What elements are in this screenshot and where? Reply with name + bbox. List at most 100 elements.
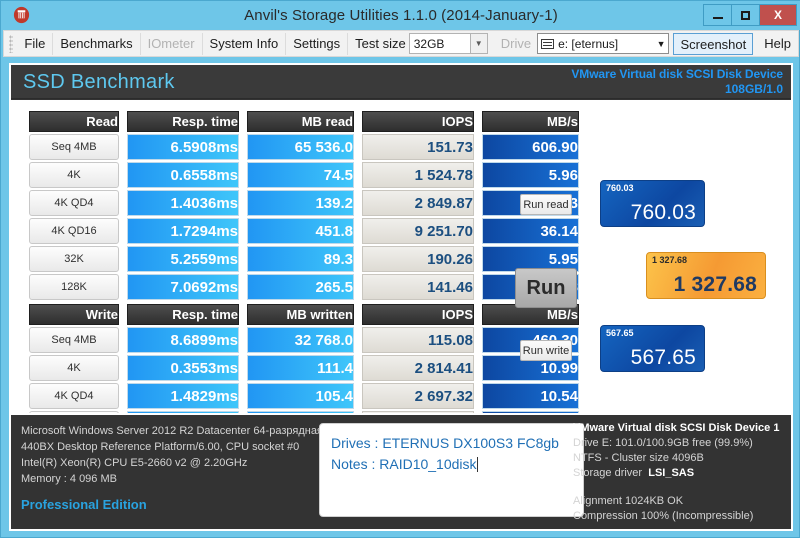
cell-iops: 2 814.41 [362,355,474,381]
table-row: 4K 0.6558ms 74.5 1 524.78 5.96 [29,162,579,188]
cell-resp: 6.5908ms [127,134,239,160]
info-panel: Microsoft Windows Server 2012 R2 Datacen… [11,413,791,529]
run-write-button[interactable]: Run write [520,340,572,361]
write-col-resp: Resp. time [127,304,239,325]
table-row: 4K QD16 1.7294ms 451.8 9 251.70 36.14 [29,218,579,244]
row-label: 4K QD16 [29,218,119,244]
read-col-header: Read [29,111,119,132]
menu-bar: File Benchmarks IOmeter System Info Sett… [3,30,799,57]
menu-item-settings[interactable]: Settings [286,32,349,55]
row-label: 32K [29,246,119,272]
table-row: Seq 4MB 8.6899ms 32 768.0 115.08 460.30 [29,327,579,353]
row-label: 4K [29,162,119,188]
text-caret [476,457,478,472]
test-size-group: Test size 32GB ▼ [348,33,495,55]
system-memory: Memory : 4 096 MB [21,473,117,485]
notes-input[interactable]: Drives : ETERNUS DX100S3 FC8gb Notes : R… [319,423,584,517]
cell-mb: 265.5 [247,274,354,300]
system-platform: 440BX Desktop Reference Platform/6.00, C… [21,441,300,453]
table-row: 128K 7.0692ms 265.5 141.46 17.68 [29,274,579,300]
page-title: SSD Benchmark [23,71,175,93]
system-cpu: Intel(R) Xeon(R) CPU E5-2660 v2 @ 2.20GH… [21,457,248,469]
system-os: Microsoft Windows Server 2012 R2 Datacen… [21,425,321,437]
run-read-button[interactable]: Run read [520,194,572,215]
cell-resp: 5.2559ms [127,246,239,272]
notes-line-drives: Drives : ETERNUS DX100S3 FC8gb [331,435,559,451]
read-col-mb: MB read [247,111,354,132]
drive-info: VMware Virtual disk SCSI Disk Device 1 D… [573,421,783,524]
total-score-small: 1 327.68 [652,255,688,265]
cell-mb: 139.2 [247,190,354,216]
read-score-value: 760.03 [630,201,696,224]
write-col-iops: IOPS [362,304,474,325]
minimize-icon [712,16,723,19]
drive-info-fs: NTFS - Cluster size 4096B [573,452,704,464]
drive-icon [541,38,555,49]
read-results-table: Read Resp. time MB read IOPS MB/s Seq 4M… [27,109,581,302]
drive-select-value: e: [eternus] [558,36,619,51]
cell-resp: 1.4829ms [127,383,239,409]
menu-item-system-info[interactable]: System Info [203,32,287,55]
content-panel: SSD Benchmark VMware Virtual disk SCSI D… [9,63,793,531]
table-header-row: Write Resp. time MB written IOPS MB/s [29,304,579,325]
close-button[interactable]: X [759,4,797,26]
run-button[interactable]: Run [515,268,577,308]
read-score-box: 760.03 760.03 [600,180,705,227]
drive-info-driver: Storage driver LSI_SAS [573,467,695,479]
cell-iops: 2 849.87 [362,190,474,216]
cell-mb: 451.8 [247,218,354,244]
notes-line-notes: Notes : RAID10_10disk [331,456,478,472]
cell-iops: 115.08 [362,327,474,353]
read-col-iops: IOPS [362,111,474,132]
row-label: 128K [29,274,119,300]
menu-item-benchmarks[interactable]: Benchmarks [53,32,141,55]
drive-select[interactable]: e: [eternus] ▼ [537,33,670,54]
menu-item-file[interactable]: File [17,32,54,55]
drive-info-device: VMware Virtual disk SCSI Disk Device 1 [573,422,780,434]
test-size-label: Test size [355,35,406,51]
table-header-row: Read Resp. time MB read IOPS MB/s [29,111,579,132]
cell-mb: 65 536.0 [247,134,354,160]
cell-resp: 1.7294ms [127,218,239,244]
system-info: Microsoft Windows Server 2012 R2 Datacen… [21,423,321,513]
drive-info-driver-value: LSI_SAS [648,467,695,479]
total-score-value: 1 327.68 [673,273,757,296]
row-label: 4K [29,355,119,381]
app-window: Anvil's Storage Utilities 1.1.0 (2014-Ja… [0,0,800,538]
cell-mb: 32 768.0 [247,327,354,353]
menu-grip [9,34,14,53]
drive-info-alignment: Alignment 1024KB OK [573,495,684,507]
table-row: 4K 0.3553ms 111.4 2 814.41 10.99 [29,355,579,381]
total-score-box: 1 327.68 1 327.68 [646,252,766,299]
test-size-input[interactable]: 32GB [408,33,471,54]
drive-info-compression: Compression 100% (Incompressible) [573,510,754,522]
edition-label: Professional Edition [21,497,147,512]
screenshot-button[interactable]: Screenshot [673,32,754,55]
row-label: Seq 4MB [29,327,119,353]
cell-mbs: 10.54 [482,383,579,409]
menu-item-help[interactable]: Help [757,33,798,55]
drive-label: Drive [500,36,532,51]
write-col-mb: MB written [247,304,354,325]
benchmark-header: SSD Benchmark VMware Virtual disk SCSI D… [11,65,791,99]
body-frame: SSD Benchmark VMware Virtual disk SCSI D… [3,57,799,537]
cell-mbs: 36.14 [482,218,579,244]
maximize-button[interactable] [731,4,760,26]
results-area: Read Resp. time MB read IOPS MB/s Seq 4M… [11,100,791,437]
test-size-dropdown-arrow[interactable]: ▼ [470,33,488,54]
cell-resp: 1.4036ms [127,190,239,216]
read-col-resp: Resp. time [127,111,239,132]
minimize-button[interactable] [703,4,732,26]
cell-iops: 151.73 [362,134,474,160]
title-bar: Anvil's Storage Utilities 1.1.0 (2014-Ja… [1,1,800,30]
table-row: 32K 5.2559ms 89.3 190.26 5.95 [29,246,579,272]
chevron-down-icon: ▼ [656,38,666,49]
device-capacity: 108GB/1.0 [724,82,783,96]
table-row: Seq 4MB 6.5908ms 65 536.0 151.73 606.90 [29,134,579,160]
window-controls: X [703,4,797,26]
cell-resp: 7.0692ms [127,274,239,300]
drive-info-free: Drive E: 101.0/100.9GB free (99.9%) [573,437,753,449]
write-score-value: 567.65 [630,346,696,369]
write-score-small: 567.65 [606,328,634,338]
